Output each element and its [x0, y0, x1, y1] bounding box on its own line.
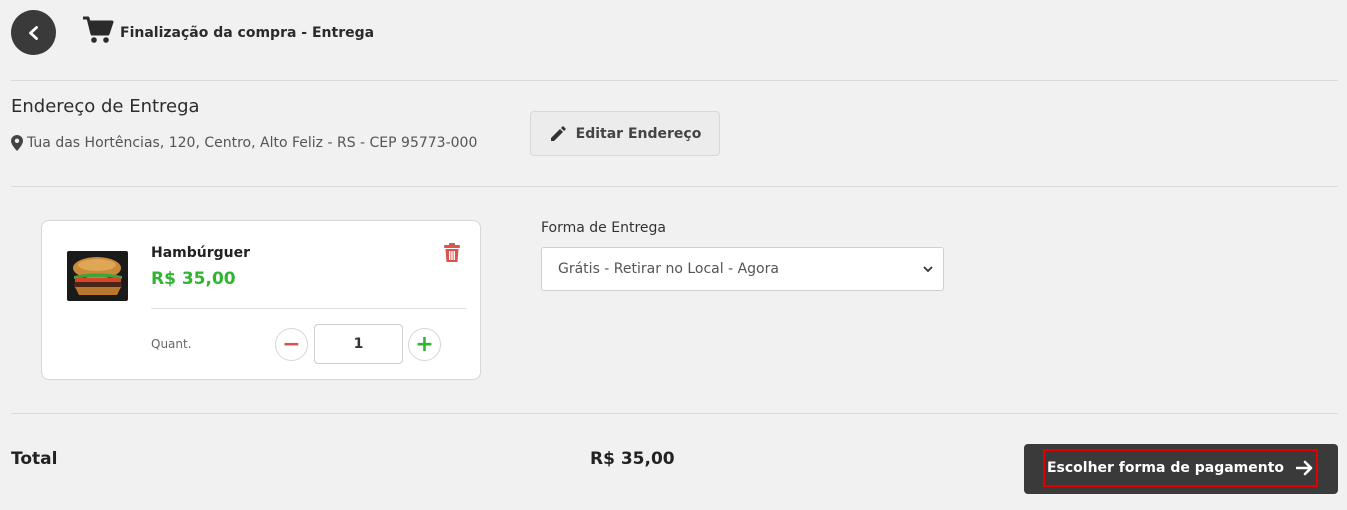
decrease-quantity-button[interactable]: − — [275, 328, 308, 361]
address-line: Tua das Hortências, 120, Centro, Alto Fe… — [11, 135, 477, 151]
edit-address-label: Editar Endereço — [575, 125, 702, 142]
burger-image — [67, 251, 128, 301]
header-divider — [11, 80, 1338, 81]
plus-icon: + — [415, 331, 434, 357]
chevron-down-icon — [923, 266, 933, 273]
total-label: Total — [11, 449, 58, 469]
delivery-method-label: Forma de Entrega — [541, 220, 666, 236]
delivery-selected-value: Grátis - Retirar no Local - Agora — [558, 261, 779, 277]
items-divider — [11, 413, 1338, 414]
trash-icon[interactable] — [443, 243, 461, 263]
pencil-icon — [550, 125, 566, 141]
choose-payment-label: Escolher forma de pagamento — [1046, 460, 1285, 476]
address-text: Tua das Hortências, 120, Centro, Alto Fe… — [27, 135, 478, 151]
map-marker-icon — [11, 135, 23, 151]
quantity-label: Quant. — [151, 337, 192, 351]
minus-icon: − — [282, 331, 301, 357]
delivery-method-select[interactable]: Grátis - Retirar no Local - Agora — [541, 247, 944, 291]
cart-item-card: Hambúrguer R$ 35,00 Quant. − + — [41, 220, 481, 380]
card-divider — [151, 308, 467, 309]
chevron-left-icon — [28, 25, 38, 40]
page-title: Finalização da compra - Entrega — [120, 25, 375, 41]
choose-payment-highlight: Escolher forma de pagamento — [1043, 449, 1318, 487]
product-price: R$ 35,00 — [151, 269, 236, 289]
back-button[interactable] — [11, 10, 56, 55]
address-divider — [11, 186, 1338, 187]
total-value: R$ 35,00 — [590, 449, 675, 469]
increase-quantity-button[interactable]: + — [408, 328, 441, 361]
quantity-input[interactable] — [314, 324, 403, 364]
checkout-page: Finalização da compra - Entrega Endereço… — [0, 0, 1347, 510]
shopping-cart-icon — [83, 16, 114, 43]
arrow-right-icon — [1296, 460, 1313, 476]
address-heading: Endereço de Entrega — [11, 96, 200, 117]
product-name: Hambúrguer — [151, 245, 251, 261]
choose-payment-button[interactable]: Escolher forma de pagamento — [1024, 444, 1338, 494]
edit-address-button[interactable]: Editar Endereço — [530, 111, 720, 156]
